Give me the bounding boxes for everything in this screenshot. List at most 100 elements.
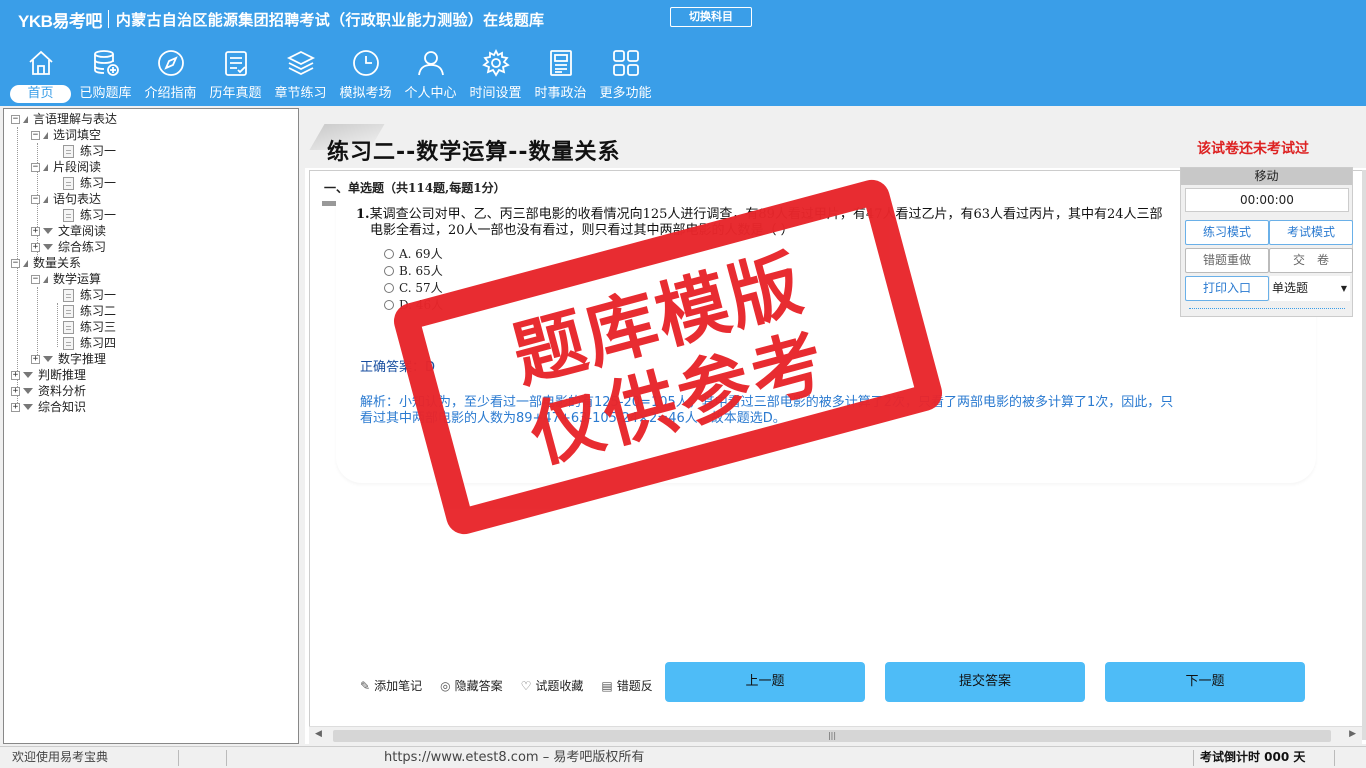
- tree-leaf[interactable]: 练习一: [63, 143, 116, 159]
- nav-chapter-practice[interactable]: 章节练习: [268, 48, 333, 104]
- switch-subject-button[interactable]: 切换科目: [670, 7, 752, 27]
- brand-divider: [107, 10, 109, 28]
- nav-past-papers[interactable]: 历年真题: [203, 48, 268, 104]
- logo: YKB易考吧: [18, 11, 102, 31]
- radio-button[interactable]: [384, 299, 394, 310]
- tree-node[interactable]: − 片段阅读: [31, 159, 101, 175]
- main-nav: 首页 已购题库 介绍指南 历年真题 章节练习 模拟考场 个人中心 时间设置 时事…: [8, 48, 658, 104]
- exam-title: 练习二--数学运算--数量关系: [327, 140, 621, 165]
- tree-node[interactable]: + 资料分析: [11, 383, 86, 399]
- report-icon: ▤: [601, 678, 613, 693]
- exam-mode-button[interactable]: 考试模式: [1269, 220, 1353, 245]
- home-icon: [28, 50, 53, 75]
- tree-node[interactable]: − 数量关系: [11, 255, 81, 271]
- question-number: 1.: [356, 207, 370, 222]
- nav-guide[interactable]: 介绍指南: [138, 48, 203, 104]
- nav-personal-center[interactable]: 个人中心: [398, 48, 463, 104]
- chapter-tree: − 言语理解与表达 − 选词填空 练习一 − 片段阅读 练习一 − 语句表达 练习一 +…: [3, 108, 299, 744]
- tree-node[interactable]: − 数学运算: [31, 271, 101, 287]
- nav-label: 历年真题: [209, 86, 262, 101]
- option-b[interactable]: B. 65人: [384, 262, 443, 279]
- radio-button[interactable]: [384, 282, 394, 293]
- tree-node[interactable]: − 选词填空: [31, 127, 101, 143]
- hide-answer-button[interactable]: ◎ 隐藏答案: [440, 677, 503, 694]
- eye-off-icon: ◎: [440, 678, 451, 693]
- hand-in-button[interactable]: 交 卷: [1269, 248, 1353, 273]
- timer-display: 00:00:00: [1185, 188, 1349, 212]
- scroll-thumb[interactable]: |||: [333, 730, 1331, 742]
- pencil-icon: ✎: [360, 678, 371, 693]
- question-type-select[interactable]: 单选题 ▼: [1270, 276, 1350, 301]
- tree-node[interactable]: + 文章阅读: [31, 223, 106, 239]
- exam-control-panel: 移动 00:00:00 练习模式 考试模式 错题重做 交 卷 打印入口 单选题 ▼: [1180, 167, 1353, 317]
- compass-icon: [157, 50, 184, 76]
- tree-node[interactable]: + 数字推理: [31, 351, 106, 367]
- nav-label: 个人中心: [404, 86, 457, 101]
- option-a[interactable]: A. 69人: [384, 245, 443, 262]
- next-question-button[interactable]: 下一题: [1105, 662, 1305, 702]
- correct-answer: 正确答案：D: [360, 360, 436, 375]
- tree-leaf[interactable]: 练习三: [63, 319, 116, 335]
- chevron-down-icon: ▼: [1340, 284, 1347, 293]
- favorite-button[interactable]: ♡ 试题收藏: [521, 677, 584, 694]
- status-divider: [178, 750, 179, 766]
- scroll-left-icon[interactable]: ◀: [315, 729, 322, 739]
- nav-label: 首页: [10, 85, 71, 103]
- nav-time-settings[interactable]: 时间设置: [463, 48, 528, 104]
- practice-mode-button[interactable]: 练习模式: [1185, 220, 1269, 245]
- nav-label: 时间设置: [469, 86, 522, 101]
- nav-label: 已购题库: [79, 86, 132, 101]
- nav-label: 更多功能: [599, 86, 652, 101]
- move-handle[interactable]: 移动: [1181, 168, 1352, 185]
- nav-more-functions[interactable]: 更多功能: [593, 48, 658, 104]
- user-icon: [417, 51, 444, 76]
- question-text: 1.某调查公司对甲、乙、丙三部电影的收看情况向125人进行调查，有89人看过甲片…: [356, 207, 1176, 239]
- checklist-icon: [224, 51, 247, 76]
- panel-divider: [1189, 308, 1345, 309]
- tree-node[interactable]: + 综合知识: [11, 399, 86, 415]
- tree-leaf[interactable]: 练习一: [63, 175, 116, 191]
- status-bar: 欢迎使用易考宝典 https://www.etest8.com – 易考吧版权所…: [0, 746, 1366, 768]
- exam-status: 该试卷还未考试过: [1197, 141, 1309, 157]
- question-tools: ✎ 添加笔记 ◎ 隐藏答案 ♡ 试题收藏 ▤ 错题反: [360, 677, 671, 694]
- nav-purchased[interactable]: 已购题库: [73, 48, 138, 104]
- grid-icon: [612, 50, 639, 76]
- redo-mistakes-button[interactable]: 错题重做: [1185, 248, 1269, 273]
- print-button[interactable]: 打印入口: [1185, 276, 1269, 301]
- tree-node[interactable]: − 语句表达: [31, 191, 101, 207]
- question-line: 某调查公司对甲、乙、丙三部电影的收看情况向125人进行调查，有89人看过甲片，有…: [369, 207, 1163, 222]
- database-add-icon: [93, 50, 119, 76]
- vertical-scrollbar[interactable]: [1362, 170, 1366, 740]
- tree-leaf[interactable]: 练习一: [63, 207, 116, 223]
- copyright-text: https://www.etest8.com – 易考吧版权所有: [384, 750, 645, 765]
- horizontal-scrollbar[interactable]: ◀ ||| ▶: [309, 726, 1362, 744]
- submit-answer-button[interactable]: 提交答案: [885, 662, 1085, 702]
- question-card: [336, 201, 1316, 483]
- prev-question-button[interactable]: 上一题: [665, 662, 865, 702]
- nav-home[interactable]: 首页: [8, 48, 73, 104]
- answer-analysis: 解析：小知认为，至少看过一部电影的有125-20=105人，其中看过三部电影的被…: [360, 395, 1275, 427]
- nav-mock-exam[interactable]: 模拟考场: [333, 48, 398, 104]
- tree-node[interactable]: + 综合练习: [31, 239, 106, 255]
- radio-button[interactable]: [384, 248, 394, 259]
- tree-leaf[interactable]: 练习一: [63, 287, 116, 303]
- status-divider: [1334, 750, 1335, 766]
- radio-button[interactable]: [384, 265, 394, 276]
- tree-leaf-selected[interactable]: 练习二: [63, 303, 116, 319]
- scroll-right-icon[interactable]: ▶: [1349, 729, 1356, 739]
- nav-current-affairs[interactable]: 时事政治: [528, 48, 593, 104]
- analysis-line: 看过其中两部电影的人数为89+47+63-105-24×2=46人，故本题选D。: [360, 411, 786, 426]
- option-d[interactable]: D. 46人: [384, 296, 443, 313]
- add-note-button[interactable]: ✎ 添加笔记: [360, 677, 422, 694]
- tree-node[interactable]: − 言语理解与表达: [11, 111, 117, 127]
- app-title: 内蒙古自治区能源集团招聘考试（行政职业能力测验）在线题库: [115, 10, 545, 29]
- nav-label: 时事政治: [534, 86, 587, 101]
- report-error-button[interactable]: ▤ 错题反: [601, 677, 652, 694]
- brand: YKB易考吧 内蒙古自治区能源集团招聘考试（行政职业能力测验）在线题库: [18, 8, 545, 31]
- welcome-text: 欢迎使用易考宝典: [12, 750, 109, 764]
- title-bar: 练习二--数学运算--数量关系 该试卷还未考试过: [305, 108, 1366, 168]
- analysis-line: 解析：小知认为，至少看过一部电影的有125-20=105人，其中看过三部电影的被…: [360, 395, 1174, 410]
- option-c[interactable]: C. 57人: [384, 279, 443, 296]
- tree-node[interactable]: + 判断推理: [11, 367, 86, 383]
- tree-leaf[interactable]: 练习四: [63, 335, 116, 351]
